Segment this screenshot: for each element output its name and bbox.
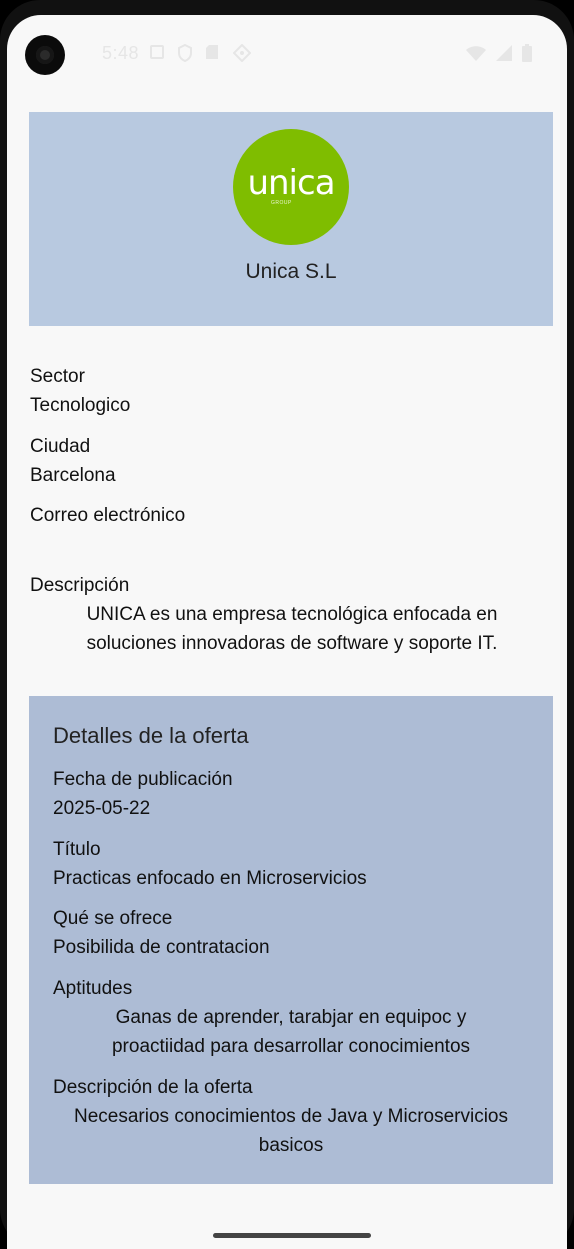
skills-line-2: proactiidad para desarrollar conocimient… bbox=[111, 1036, 471, 1057]
status-bar: 5:48 bbox=[7, 40, 567, 70]
publication-date-value: 2025-05-22 bbox=[53, 798, 151, 819]
shield-icon bbox=[177, 43, 195, 63]
city-value: Barcelona bbox=[30, 465, 116, 486]
company-logo: unica GROUP bbox=[233, 129, 349, 245]
location-icon bbox=[232, 43, 252, 63]
publication-date-label: Fecha de publicación bbox=[53, 769, 233, 790]
front-camera bbox=[25, 35, 65, 75]
offers-label: Qué se ofrece bbox=[53, 908, 173, 929]
skills-label: Aptitudes bbox=[53, 978, 133, 999]
offers-value: Posibilida de contratacion bbox=[53, 937, 270, 958]
offer-description-label: Descripción de la oferta bbox=[53, 1077, 253, 1098]
offer-description-text: Necesarios conocimientos de Java y Micro… bbox=[29, 1102, 553, 1160]
sector-value: Tecnologico bbox=[30, 395, 131, 416]
signal-icon bbox=[495, 44, 513, 62]
description-line-2: soluciones innovadoras de software y sop… bbox=[86, 633, 498, 654]
company-name: Unica S.L bbox=[245, 260, 337, 283]
battery-icon bbox=[521, 44, 533, 62]
skills-line-1: Ganas de aprender, tarabjar en equipoc y bbox=[115, 1007, 467, 1028]
logo-text: unica bbox=[247, 163, 335, 203]
wifi-icon bbox=[465, 44, 487, 62]
description-label: Descripción bbox=[30, 575, 130, 596]
city-label: Ciudad bbox=[30, 436, 91, 457]
description-line-1: UNICA es una empresa tecnológica enfocad… bbox=[86, 604, 498, 625]
offer-section-title: Detalles de la oferta bbox=[53, 723, 249, 748]
offer-description-line-1: Necesarios conocimientos de Java y Micro… bbox=[74, 1106, 508, 1127]
offer-description-line-2: basicos bbox=[258, 1135, 324, 1156]
sim-icon bbox=[149, 44, 167, 62]
offer-details-card: Detalles de la oferta Fecha de publicaci… bbox=[29, 696, 553, 1184]
status-time: 5:48 bbox=[102, 43, 140, 63]
skills-text: Ganas de aprender, tarabjar en equipoc y… bbox=[29, 1003, 553, 1061]
company-header-card: unica GROUP Unica S.L bbox=[29, 112, 553, 326]
logo-subtext: GROUP bbox=[271, 200, 292, 206]
description-text: UNICA es una empresa tecnológica enfocad… bbox=[30, 600, 554, 658]
job-title-value: Practicas enfocado en Microservicios bbox=[53, 868, 367, 889]
sector-label: Sector bbox=[30, 366, 85, 387]
gesture-nav-bar[interactable] bbox=[213, 1233, 371, 1238]
app-screen: unica GROUP Unica S.L Sector Tecnologico… bbox=[7, 15, 567, 1249]
phone-frame: 5:48 unica GROUP Unica S.L Sector Tecnol… bbox=[0, 0, 574, 1249]
job-title-label: Título bbox=[53, 839, 101, 860]
sd-card-icon bbox=[205, 44, 223, 62]
email-label: Correo electrónico bbox=[30, 505, 186, 526]
